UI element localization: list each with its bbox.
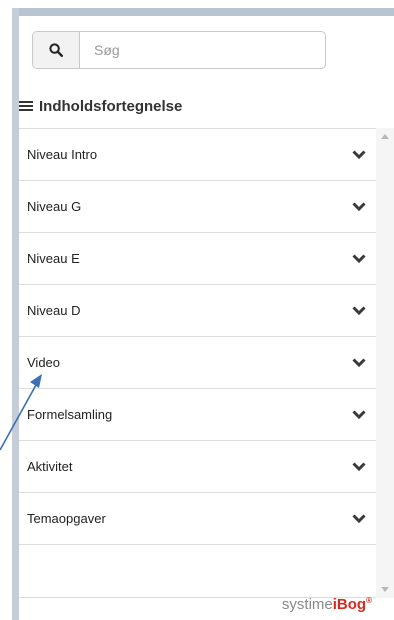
- toc-item-video[interactable]: Video: [19, 337, 376, 389]
- toc-item-niveau-d[interactable]: Niveau D: [19, 285, 376, 337]
- toc-item-niveau-intro[interactable]: Niveau Intro: [19, 129, 376, 181]
- toc-item-label: Video: [27, 355, 61, 370]
- chevron-down-icon[interactable]: [352, 254, 366, 263]
- chevron-down-icon[interactable]: [352, 410, 366, 419]
- scroll-up-icon[interactable]: [381, 134, 389, 139]
- brand-logo: systimeiBog®: [282, 596, 372, 613]
- chevron-down-icon[interactable]: [352, 202, 366, 211]
- search-icon: [49, 43, 63, 57]
- search-input[interactable]: [80, 32, 325, 68]
- chevron-down-icon[interactable]: [352, 514, 366, 523]
- brand-logo-bold: iBog: [332, 596, 367, 613]
- chevron-down-icon[interactable]: [352, 150, 366, 159]
- toc-item-formelsamling[interactable]: Formelsamling: [19, 389, 376, 441]
- chevron-down-icon[interactable]: [352, 462, 366, 471]
- brand-logo-light: systime: [281, 596, 333, 613]
- brand-logo-mark: ®: [366, 596, 372, 605]
- toc-item-label: Temaopgaver: [27, 511, 106, 526]
- toc-title: Indholdsfortegnelse: [39, 97, 183, 115]
- left-frame-bar: [12, 8, 19, 620]
- scrollbar[interactable]: [376, 128, 394, 598]
- top-band: [12, 8, 394, 16]
- toc-item-label: Niveau Intro: [27, 147, 98, 162]
- search-button[interactable]: [33, 32, 80, 68]
- toc-item-label: Niveau D: [27, 303, 81, 318]
- menu-icon: [19, 101, 33, 111]
- toc-item-niveau-g[interactable]: Niveau G: [19, 181, 376, 233]
- toc-item-label: Formelsamling: [27, 407, 113, 422]
- toc-item-label: Niveau G: [27, 199, 82, 214]
- scroll-down-icon[interactable]: [381, 587, 389, 592]
- toc-item-temaopgaver[interactable]: Temaopgaver: [19, 493, 376, 545]
- toc-item-label: Aktivitet: [27, 459, 73, 474]
- toc-list: Niveau Intro Niveau G Niveau E Niveau D …: [19, 128, 376, 598]
- toc-panel: Indholdsfortegnelse Niveau Intro Niveau …: [19, 16, 394, 620]
- toc-header[interactable]: Indholdsfortegnelse: [19, 94, 182, 118]
- footer: systimeiBog®: [19, 596, 394, 620]
- chevron-down-icon[interactable]: [352, 306, 366, 315]
- toc-item-niveau-e[interactable]: Niveau E: [19, 233, 376, 285]
- chevron-down-icon[interactable]: [352, 358, 366, 367]
- toc-item-aktivitet[interactable]: Aktivitet: [19, 441, 376, 493]
- search-box: [32, 31, 326, 69]
- toc-item-label: Niveau E: [27, 251, 80, 266]
